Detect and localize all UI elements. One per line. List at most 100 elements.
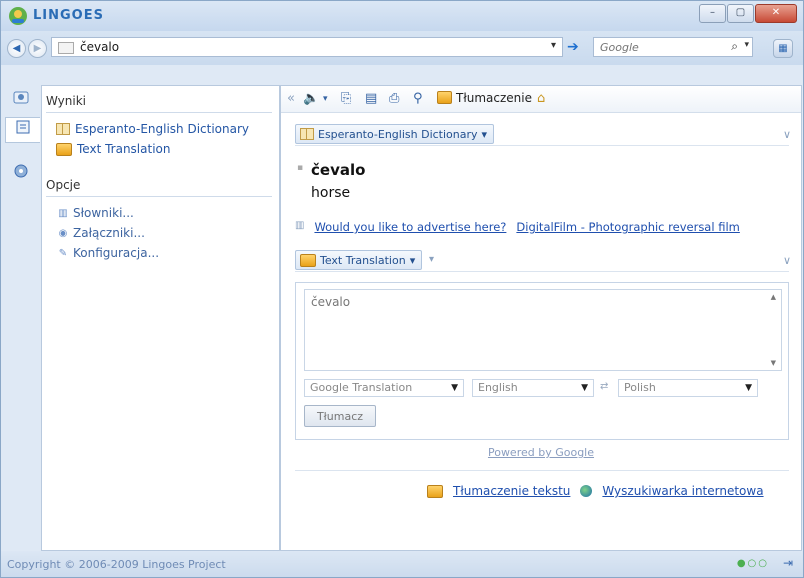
sidebar-item-label: Załączniki... xyxy=(73,226,145,240)
ad-icon: ▥ xyxy=(295,220,305,231)
engine-select[interactable]: Google Translation ▼ xyxy=(304,379,464,397)
divider xyxy=(46,112,272,113)
go-button[interactable]: ➔ xyxy=(567,39,585,55)
from-language-select[interactable]: English ▼ xyxy=(472,379,594,397)
sidebar-item-esperanto-english-dictionary[interactable]: Esperanto-English Dictionary xyxy=(56,122,249,136)
sidebar-item-text-translation[interactable]: Text Translation xyxy=(56,142,170,156)
collapse-icon[interactable]: ∨ xyxy=(783,128,791,141)
results-heading: Wyniki xyxy=(46,94,86,108)
options-heading-row: Opcje xyxy=(46,178,80,192)
ad-row: ▥ Would you like to advertise here? Digi… xyxy=(295,220,740,234)
options-heading: Opcje xyxy=(46,178,81,192)
history-dropdown-icon[interactable]: ▾ xyxy=(551,40,556,51)
query-input[interactable]: čevalo ▾ xyxy=(51,37,563,57)
ad-link[interactable]: DigitalFilm - Photographic reversal film xyxy=(516,220,739,234)
translation-icon[interactable] xyxy=(437,91,452,104)
sidebar-item-dictionaries[interactable]: ▥ Słowniki... xyxy=(58,206,134,220)
speaker-dropdown-icon[interactable]: ▾ xyxy=(323,90,328,108)
main-content: « 🔈 ▾ ⎘ ▤ ⎙ ⚲ Tłumaczenie ⌂ Esperanto-En… xyxy=(280,85,802,551)
to-language-select[interactable]: Polish ▼ xyxy=(618,379,758,397)
status-bar: Copyright © 2006-2009 Lingoes Project ●○… xyxy=(1,551,803,577)
advertise-link[interactable]: Would you like to advertise here? xyxy=(314,220,506,234)
text-translation-icon xyxy=(427,484,443,498)
home-icon[interactable]: ⌂ xyxy=(537,90,545,108)
print-icon[interactable]: ⎙ xyxy=(389,90,399,108)
app-window: LINGOES – ▢ ✕ ◀ ▶ čevalo ▾ ➔ ⌕ ▾ ▦ xyxy=(0,0,804,578)
copy-icon[interactable]: ⎘ xyxy=(341,90,351,108)
lingoes-logo-icon xyxy=(9,7,27,25)
sidebar-item-configuration[interactable]: ✎ Konfiguracja... xyxy=(58,246,159,260)
save-icon[interactable]: ▤ xyxy=(365,90,377,108)
back-button[interactable]: ◀ xyxy=(7,39,26,58)
chevron-down-icon: ▼ xyxy=(451,383,458,393)
collapse-icon[interactable]: ∨ xyxy=(783,254,791,267)
translation-panel-dropdown-icon[interactable]: ▾ xyxy=(410,254,416,267)
translate-button[interactable]: Tłumacz xyxy=(304,405,376,427)
minimize-button[interactable]: – xyxy=(699,4,726,23)
query-text: čevalo xyxy=(80,40,120,54)
scroll-up-icon[interactable]: ▲ xyxy=(771,293,776,301)
dictionary-icon[interactable] xyxy=(5,117,40,143)
window-controls: – ▢ ✕ xyxy=(698,4,797,23)
search-icon[interactable]: ⌕ xyxy=(731,39,738,54)
web-search-link[interactable]: Wyszukiwarka internetowa xyxy=(602,484,763,498)
to-language-value: Polish xyxy=(624,381,656,394)
search-engine-dropdown-icon[interactable]: ▾ xyxy=(744,40,749,50)
divider xyxy=(295,145,789,146)
dictionary-panel-header[interactable]: Esperanto-English Dictionary ▾ xyxy=(295,124,495,144)
divider xyxy=(295,271,789,272)
sidebar-item-attachments[interactable]: ◉ Załączniki... xyxy=(58,226,145,240)
back-icon[interactable]: « xyxy=(287,90,295,108)
scroll-down-icon[interactable]: ▼ xyxy=(771,359,776,367)
translation-input[interactable] xyxy=(304,289,782,371)
translation-panel-header[interactable]: Text Translation ▾ xyxy=(295,250,423,270)
translation-panel-title: Text Translation xyxy=(320,253,406,267)
close-button[interactable]: ✕ xyxy=(755,4,797,23)
book-icon xyxy=(56,123,70,135)
app-title: LINGOES xyxy=(33,8,104,23)
page-icon xyxy=(58,42,74,54)
sidebar-item-label: Konfiguracja... xyxy=(73,246,160,260)
translation-box: ▲ ▼ Google Translation ▼ English ▼ ⇄ Pol… xyxy=(295,282,789,440)
title-bar[interactable]: LINGOES – ▢ ✕ xyxy=(1,1,803,31)
attachments-icon: ◉ xyxy=(58,227,68,239)
from-language-value: English xyxy=(478,381,518,394)
text-translation-icon xyxy=(56,142,72,156)
copyright-text: Copyright © 2006-2009 Lingoes Project xyxy=(7,558,226,571)
address-toolbar: ◀ ▶ čevalo ▾ ➔ ⌕ ▾ ▦ xyxy=(1,31,803,65)
text-translation-icon xyxy=(300,253,316,267)
globe-icon xyxy=(580,485,593,497)
text-translation-link[interactable]: Tłumaczenie tekstu xyxy=(453,484,570,498)
sidebar: Wyniki Esperanto-English Dictionary Text… xyxy=(41,85,280,551)
maximize-button[interactable]: ▢ xyxy=(727,4,754,23)
left-rail xyxy=(1,65,41,551)
bottom-links: Tłumaczenie tekstu Wyszukiwarka internet… xyxy=(427,484,764,498)
divider xyxy=(295,470,789,471)
translation-label[interactable]: Tłumaczenie xyxy=(456,91,532,105)
pin-icon[interactable]: ⇥ xyxy=(783,556,793,570)
dictionary-panel-dropdown-icon[interactable]: ▾ xyxy=(482,128,488,141)
speaker-icon[interactable]: 🔈 xyxy=(303,90,319,108)
chevron-down-icon: ▼ xyxy=(745,383,752,393)
extra-dropdown-icon[interactable]: ▾ xyxy=(429,254,434,265)
web-search-box: ⌕ ▾ xyxy=(593,37,753,57)
sidebar-item-label: Esperanto-English Dictionary xyxy=(75,122,250,136)
options-icon[interactable] xyxy=(11,163,31,181)
sidebar-item-label: Słowniki... xyxy=(73,206,134,220)
content-toolbar: « 🔈 ▾ ⎘ ▤ ⎙ ⚲ Tłumaczenie ⌂ xyxy=(281,86,801,113)
results-icon[interactable] xyxy=(11,89,31,107)
main-menu-button[interactable]: ▦ xyxy=(773,39,793,58)
find-icon[interactable]: ⚲ xyxy=(413,90,423,108)
powered-by-google-link[interactable]: Powered by Google xyxy=(281,446,801,459)
dictionaries-icon: ▥ xyxy=(58,207,68,219)
forward-button[interactable]: ▶ xyxy=(28,39,47,58)
book-icon xyxy=(300,128,314,140)
dictionary-panel-title: Esperanto-English Dictionary xyxy=(318,127,478,141)
swap-languages-icon[interactable]: ⇄ xyxy=(600,381,608,392)
config-icon: ✎ xyxy=(58,247,68,259)
headword: čevalo xyxy=(311,161,366,179)
chevron-down-icon: ▼ xyxy=(581,383,588,393)
sidebar-item-label: Text Translation xyxy=(77,142,171,156)
divider xyxy=(46,196,272,197)
web-search-input[interactable] xyxy=(600,39,712,55)
